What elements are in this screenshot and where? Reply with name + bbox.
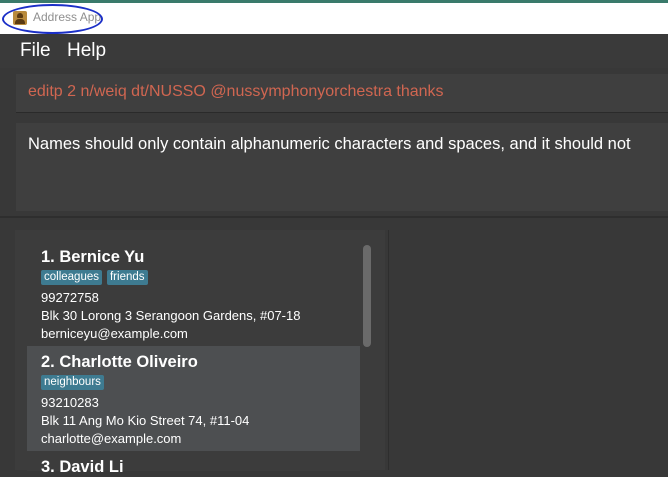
person-card[interactable]: 1. Bernice Yu colleagues friends 9927275…	[27, 241, 360, 346]
title-bar-accent	[0, 0, 668, 3]
person-email: berniceyu@example.com	[41, 326, 188, 341]
person-email: charlotte@example.com	[41, 431, 182, 446]
person-phone: 93210283	[41, 395, 99, 410]
tag: friends	[106, 270, 148, 285]
person-name: 3. David Li	[41, 458, 124, 476]
divider	[0, 216, 668, 218]
command-box[interactable]: editp 2 n/weiq dt/NUSSO @nussymphonyorch…	[16, 74, 668, 113]
title-bar: Address App	[0, 0, 668, 34]
person-name: 2. Charlotte Oliveiro	[41, 353, 198, 371]
result-message: Names should only contain alphanumeric c…	[28, 135, 631, 153]
menu-bar: File Help	[0, 34, 668, 68]
person-address: Blk 11 Ang Mo Kio Street 74, #11-04	[41, 413, 250, 428]
list-scrollbar[interactable]	[363, 245, 371, 347]
annotation-ellipse	[2, 4, 103, 34]
tag: neighbours	[41, 375, 104, 390]
person-phone: 99272758	[41, 290, 99, 305]
detail-panel	[388, 230, 668, 470]
menu-help[interactable]: Help	[67, 40, 106, 62]
person-address: Blk 30 Lorong 3 Serangoon Gardens, #07-1…	[41, 308, 301, 323]
tag-list: neighbours	[41, 375, 104, 390]
command-input[interactable]: editp 2 n/weiq dt/NUSSO @nussymphonyorch…	[28, 83, 444, 101]
menu-file[interactable]: File	[20, 40, 51, 62]
result-display: Names should only contain alphanumeric c…	[16, 123, 668, 211]
person-card[interactable]: 3. David Li	[27, 451, 360, 476]
person-card-selected[interactable]: 2. Charlotte Oliveiro neighbours 9321028…	[27, 346, 360, 451]
tag-list: colleagues friends	[41, 270, 148, 285]
person-name: 1. Bernice Yu	[41, 248, 145, 266]
tag: colleagues	[41, 270, 102, 285]
